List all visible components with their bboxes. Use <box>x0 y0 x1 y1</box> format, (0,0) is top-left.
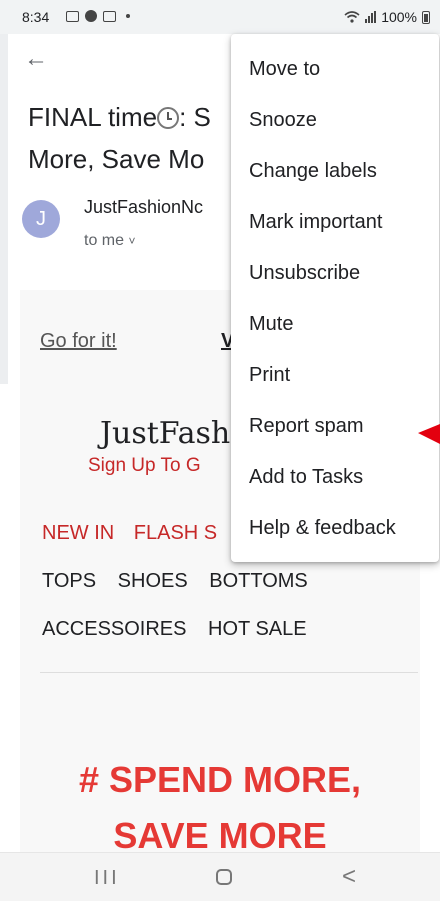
status-notification-icons <box>66 10 130 22</box>
recipient-details[interactable]: to me ˅ <box>84 232 135 250</box>
notification-dot-icon <box>126 14 130 18</box>
facebook-icon <box>85 10 97 22</box>
email-nav-primary: NEW IN FLASH S <box>42 522 231 545</box>
brand-logo[interactable]: JustFash <box>100 416 230 451</box>
nav-link-bottoms[interactable]: BOTTOMS <box>209 570 308 592</box>
menu-item-add-to-tasks[interactable]: Add to Tasks <box>249 466 363 489</box>
menu-item-change-labels[interactable]: Change labels <box>249 160 377 183</box>
sender-avatar[interactable]: J <box>22 200 60 238</box>
menu-item-unsubscribe[interactable]: Unsubscribe <box>249 262 360 285</box>
nav-link-flash-sale[interactable]: FLASH S <box>134 522 217 544</box>
content-divider <box>40 672 418 673</box>
home-button[interactable] <box>216 869 232 885</box>
back-arrow-icon[interactable]: ← <box>24 44 48 74</box>
email-nav-secondary: TOPS SHOES BOTTOMS <box>42 570 324 593</box>
screen-edge <box>0 34 8 384</box>
clock-emoji-icon <box>157 107 180 129</box>
back-nav-button[interactable]: < <box>342 863 356 891</box>
go-for-it-link[interactable]: Go for it! <box>40 330 117 353</box>
signal-icon <box>365 11 377 23</box>
avatar-letter: J <box>36 207 46 230</box>
chevron-down-icon: ˅ <box>128 234 136 248</box>
wifi-icon <box>344 11 360 23</box>
menu-item-help-feedback[interactable]: Help & feedback <box>249 517 396 540</box>
menu-item-report-spam[interactable]: Report spam <box>249 415 364 438</box>
overflow-menu: Move to Snooze Change labels Mark import… <box>231 34 439 562</box>
message-icon <box>66 10 79 22</box>
status-bar: 8:34 100% <box>0 0 440 34</box>
gallery-icon <box>103 10 116 22</box>
status-time: 8:34 <box>22 9 50 25</box>
sender-name[interactable]: JustFashionNc <box>84 197 203 218</box>
signup-text[interactable]: Sign Up To G <box>88 455 201 477</box>
menu-item-mark-important[interactable]: Mark important <box>249 211 382 234</box>
battery-icon <box>422 10 430 24</box>
recipient-label: to me <box>84 232 125 249</box>
status-right: 100% <box>344 9 430 25</box>
nav-link-shoes[interactable]: SHOES <box>118 570 188 592</box>
menu-item-print[interactable]: Print <box>249 364 290 387</box>
promo-headline[interactable]: # SPEND MORE, SAVE MORE <box>20 752 420 864</box>
menu-item-mute[interactable]: Mute <box>249 313 293 336</box>
menu-item-snooze[interactable]: Snooze <box>249 109 317 132</box>
subject-text-cut: : S <box>179 102 211 132</box>
nav-link-hot-sale[interactable]: HOT SALE <box>208 618 307 640</box>
recents-button[interactable]: III <box>94 867 120 890</box>
battery-percent: 100% <box>381 9 417 25</box>
annotation-arrow-icon <box>418 424 440 444</box>
subject-text-line2: More, Save Mo <box>28 144 205 174</box>
nav-link-new-in[interactable]: NEW IN <box>42 522 114 544</box>
subject-text: FINAL time <box>28 102 158 132</box>
nav-link-accessoires[interactable]: ACCESSOIRES <box>42 618 186 640</box>
system-nav-bar: III < <box>0 852 440 901</box>
nav-link-tops[interactable]: TOPS <box>42 570 96 592</box>
menu-item-move-to[interactable]: Move to <box>249 58 320 81</box>
headline-line-1: # SPEND MORE, <box>78 759 362 800</box>
email-nav-secondary-2: ACCESSOIRES HOT SALE <box>42 618 323 641</box>
